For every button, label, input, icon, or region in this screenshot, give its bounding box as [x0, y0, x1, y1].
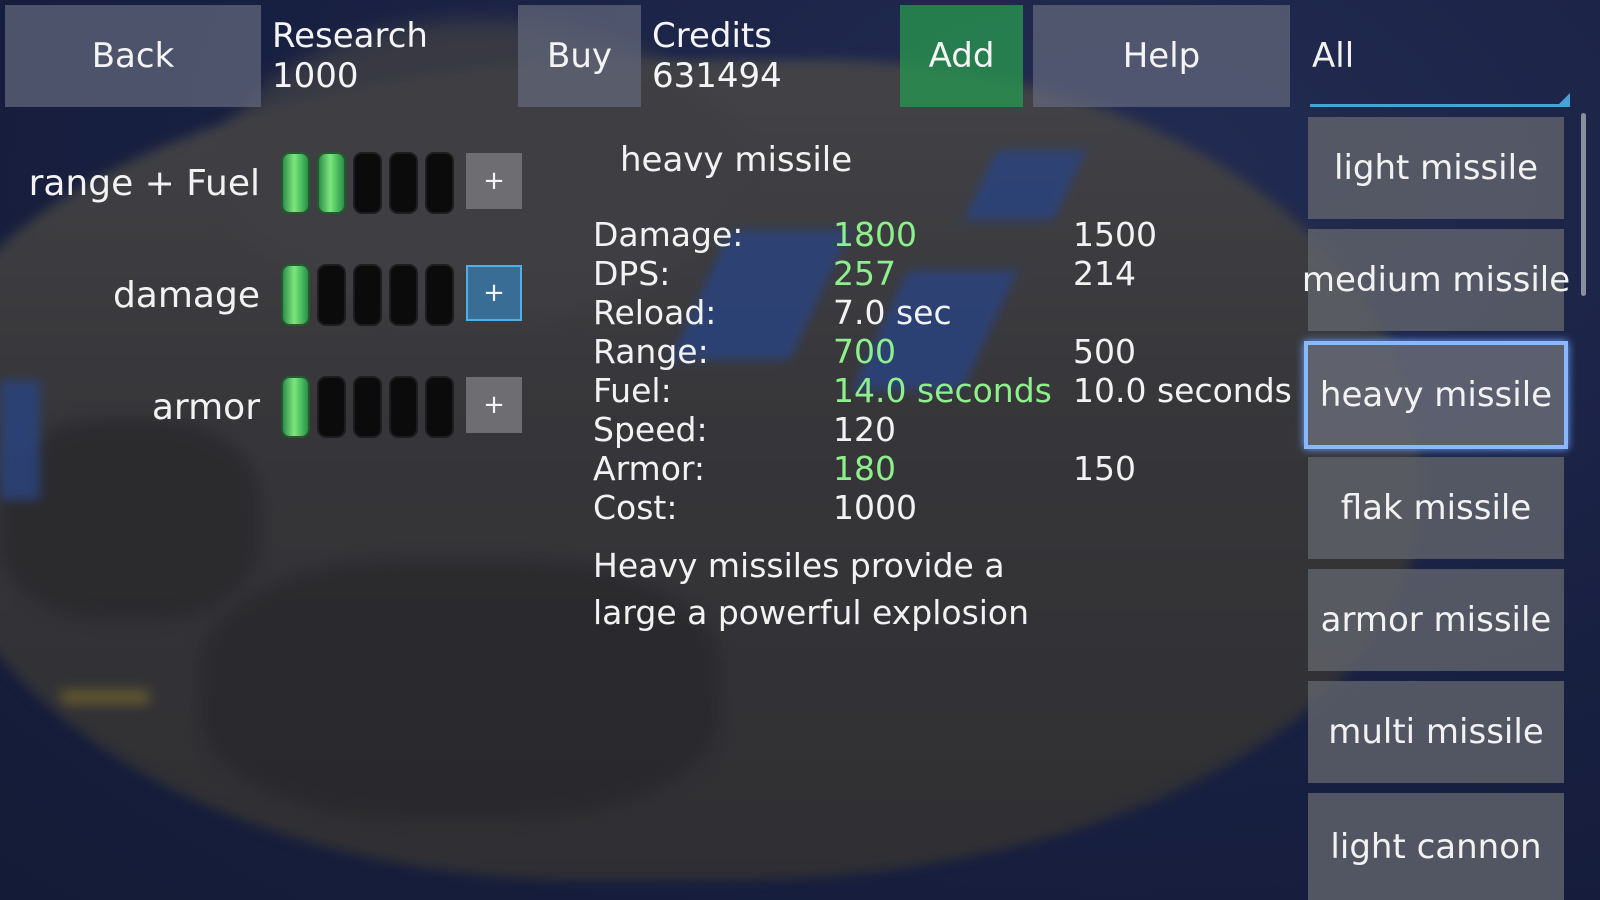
add-button[interactable]: Add: [900, 5, 1023, 107]
credits-label: Credits 631494: [652, 16, 782, 96]
stat-value: 14.0 seconds: [833, 371, 1052, 410]
level-pip-empty: [425, 264, 454, 326]
stat-value: 1000: [833, 488, 917, 527]
stat-value: 180: [833, 449, 896, 488]
stat-value: 257: [833, 254, 896, 293]
level-pip-empty: [317, 376, 346, 438]
level-pip-filled: [281, 264, 310, 326]
level-pip-empty: [353, 152, 382, 214]
upgrade-level-bar: [281, 374, 454, 440]
upgrade-level-bar: [281, 262, 454, 328]
level-pip-filled: [317, 152, 346, 214]
buy-button[interactable]: Buy: [518, 5, 641, 107]
weapon-list-item-heavy-missile[interactable]: heavy missile: [1304, 341, 1568, 449]
level-pip-empty: [389, 152, 418, 214]
level-pip-empty: [353, 264, 382, 326]
upgrade-label: range + Fuel: [28, 162, 260, 204]
weapon-list-item-light-cannon[interactable]: light cannon: [1308, 793, 1564, 900]
stat-label: Armor:: [593, 449, 706, 488]
stat-value: 1800: [833, 215, 917, 254]
description-line: Heavy missiles provide a: [593, 546, 1005, 585]
stat-label: DPS:: [593, 254, 671, 293]
stat-base-value: 500: [1073, 332, 1136, 371]
stat-label: Reload:: [593, 293, 717, 332]
stat-label: Fuel:: [593, 371, 672, 410]
upgrade-plus-button[interactable]: +: [466, 265, 522, 321]
weapon-list-item-multi-missile[interactable]: multi missile: [1308, 681, 1564, 783]
upgrade-plus-button[interactable]: +: [466, 153, 522, 209]
stat-value: 7.0 sec: [833, 293, 952, 332]
upgrade-level-bar: [281, 150, 454, 216]
stat-value: 700: [833, 332, 896, 371]
filter-value: All: [1312, 36, 1355, 76]
level-pip-filled: [281, 376, 310, 438]
help-button[interactable]: Help: [1033, 5, 1290, 107]
description-line: large a powerful explosion: [593, 593, 1030, 632]
weapon-list-item-armor-missile[interactable]: armor missile: [1308, 569, 1564, 671]
upgrade-row-damage: damage +: [0, 262, 530, 328]
stat-label: Damage:: [593, 215, 744, 254]
upgrade-label: damage: [112, 274, 260, 316]
weapon-list-item-medium-missile[interactable]: medium missile: [1302, 229, 1570, 331]
stat-label: Speed:: [593, 410, 708, 449]
upgrade-label: armor: [151, 386, 260, 428]
level-pip-filled: [281, 152, 310, 214]
back-button[interactable]: Back: [5, 5, 261, 107]
upgrade-row-range-fuel: range + Fuel +: [0, 150, 530, 216]
weapon-description: Heavy missiles provide a large a powerfu…: [593, 542, 1053, 636]
dropdown-underline: [1310, 104, 1568, 107]
level-pip-empty: [425, 376, 454, 438]
upgrade-plus-button[interactable]: +: [466, 377, 522, 433]
level-pip-empty: [389, 264, 418, 326]
stat-label: Range:: [593, 332, 709, 371]
stat-base-value: 1500: [1073, 215, 1157, 254]
weapon-list-item-flak-missile[interactable]: flak missile: [1308, 457, 1564, 559]
stat-value: 120: [833, 410, 896, 449]
upgrade-row-armor: armor +: [0, 374, 530, 440]
weapon-list-item-light-missile[interactable]: light missile: [1308, 117, 1564, 219]
stat-base-value: 10.0 seconds: [1073, 371, 1292, 410]
research-points-label: Research 1000: [272, 16, 428, 96]
weapon-list-scrollbar[interactable]: [1581, 113, 1586, 296]
weapon-title: heavy missile: [620, 140, 853, 180]
top-bar: Back Research 1000 Buy Credits 631494 Ad…: [0, 0, 1600, 110]
stat-label: Cost:: [593, 488, 678, 527]
level-pip-empty: [389, 376, 418, 438]
level-pip-empty: [353, 376, 382, 438]
dropdown-arrow-icon: [1556, 93, 1570, 107]
level-pip-empty: [425, 152, 454, 214]
stat-base-value: 214: [1073, 254, 1136, 293]
weapon-filter-dropdown[interactable]: All: [1310, 5, 1570, 107]
stat-base-value: 150: [1073, 449, 1136, 488]
level-pip-empty: [317, 264, 346, 326]
